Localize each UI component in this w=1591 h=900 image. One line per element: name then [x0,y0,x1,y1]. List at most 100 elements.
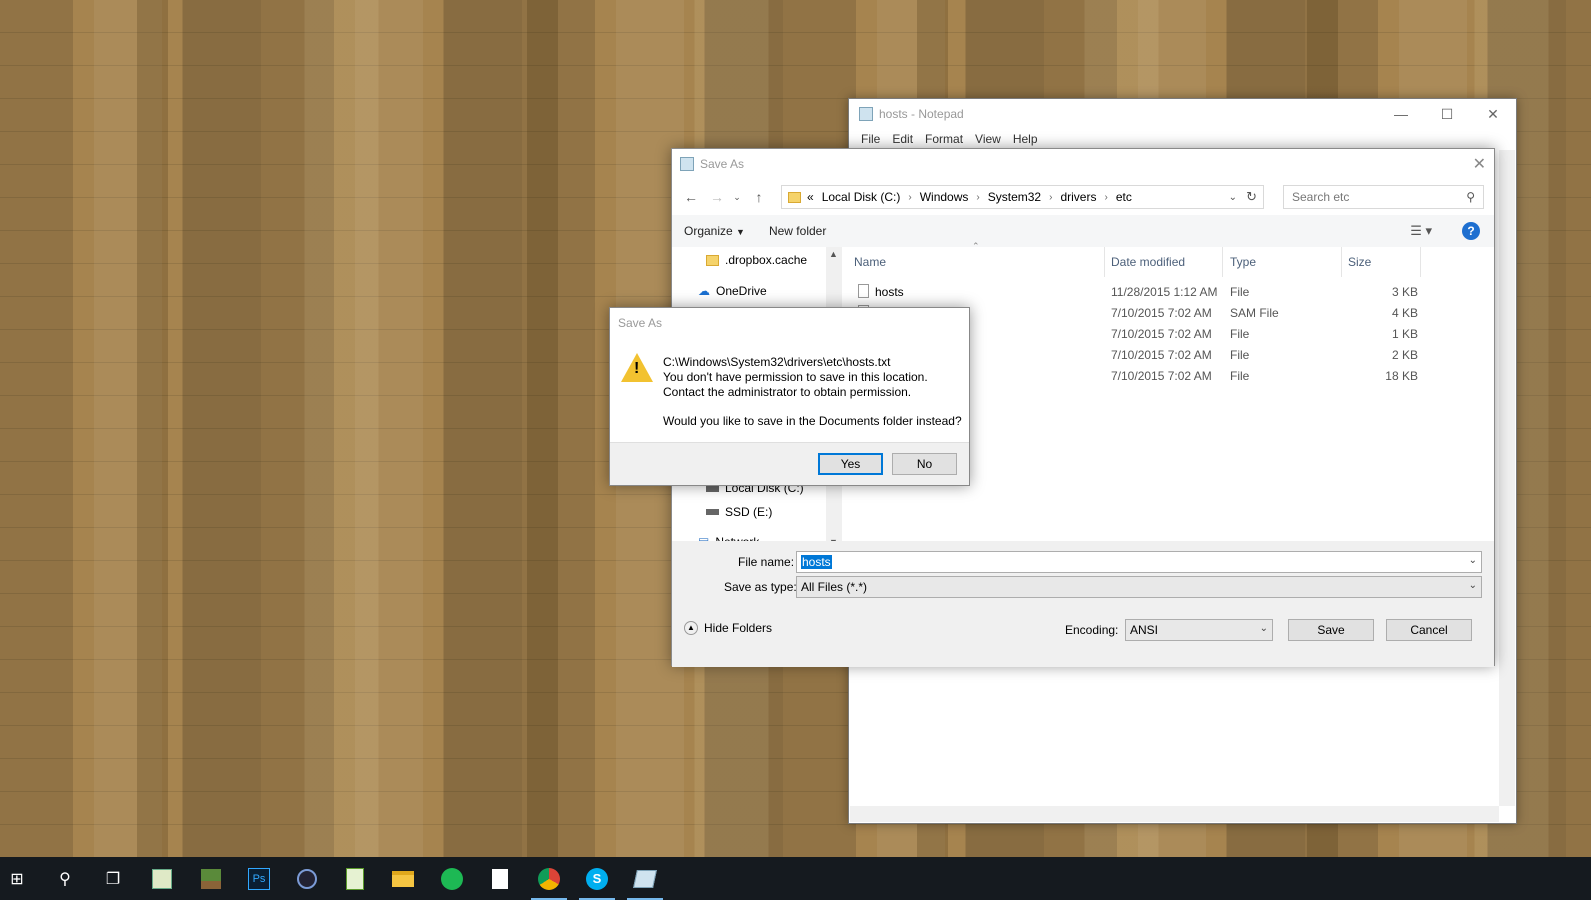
file-type: File [1230,285,1250,299]
crumb-local-disk[interactable]: Local Disk (C:) [814,190,909,204]
back-arrow-icon: ← [684,189,698,205]
permission-message-box[interactable]: Save As ! C:\Windows\System32\drivers\et… [609,307,970,486]
up-arrow-icon: ↑ [755,189,763,205]
notepad-vertical-scrollbar[interactable] [1499,150,1515,806]
tree-label: OneDrive [716,284,767,298]
view-options-icon[interactable]: ☰ ▾ [1410,223,1432,239]
chevron-down-icon[interactable]: ⌄ [1469,555,1477,566]
back-button[interactable]: ← [680,185,702,209]
crumb-windows[interactable]: Windows [912,190,977,204]
message-question: Would you like to save in the Documents … [663,414,962,428]
notepad-horizontal-scrollbar[interactable] [850,806,1499,822]
address-dropdown-icon[interactable]: ⌄ [1229,192,1237,203]
maximize-button[interactable]: ☐ [1424,99,1470,129]
minimize-button[interactable]: — [1378,99,1424,129]
file-date: 7/10/2015 7:02 AM [1111,306,1212,320]
file-date: 11/28/2015 1:12 AM [1111,285,1218,299]
folder-icon [788,191,801,203]
hide-folders-button[interactable]: ▲ Hide Folders [684,621,772,635]
column-date-modified[interactable]: Date modified [1111,255,1185,269]
hide-folders-label: Hide Folders [704,621,773,635]
crumb-system32[interactable]: System32 [980,190,1049,204]
search-icon[interactable]: ⚲ [50,864,80,894]
new-folder-button[interactable]: New folder [757,224,838,238]
close-button[interactable]: ✕ [1470,99,1516,129]
skype-icon[interactable]: S [582,864,612,894]
crumb-etc[interactable]: etc [1108,190,1140,204]
task-view-icon[interactable]: ❐ [98,864,128,894]
chevron-down-icon: ⌄ [733,191,741,202]
file-explorer-icon[interactable] [388,864,418,894]
spotify-icon[interactable] [437,864,467,894]
notepad-icon[interactable] [630,864,660,894]
notepad-small-icon [680,157,694,171]
tree-item-dropbox-cache[interactable]: .dropbox.cache [706,253,807,267]
photoshop-icon[interactable]: Ps [244,864,274,894]
sort-arrow-icon: ⌃ [972,241,980,251]
chevron-down-icon: ⌄ [1468,580,1477,591]
chrome-icon[interactable] [534,864,564,894]
column-type[interactable]: Type [1230,255,1256,269]
column-name[interactable]: Name [854,255,886,269]
minimize-icon: — [1394,106,1408,122]
taskbar: ⊞ ⚲ ❐ Ps S [0,857,1591,900]
command-toolbar: Organize ▼ New folder ☰ ▾ ? [672,215,1494,247]
dialog-close-icon[interactable]: ✕ [1473,154,1486,174]
file-row[interactable]: hosts 11/28/2015 1:12 AM File 3 KB [842,281,1494,302]
search-icon: ⚲ [1466,190,1475,204]
tree-item-onedrive[interactable]: ☁ OneDrive [698,284,767,298]
message-line-2: Contact the administrator to obtain perm… [663,385,912,399]
blank-file-icon[interactable] [485,864,515,894]
save-button[interactable]: Save [1288,619,1374,641]
file-name-label: File name: [738,555,795,569]
menu-edit[interactable]: Edit [886,132,919,146]
tree-label: .dropbox.cache [725,253,808,267]
crumb-drivers[interactable]: drivers [1052,190,1104,204]
no-button[interactable]: No [892,453,957,475]
forward-button[interactable]: → [706,185,728,209]
file-size: 4 KB [1391,306,1418,320]
spreadsheet-icon[interactable] [340,864,370,894]
file-name-value: hosts [801,555,832,569]
organize-button[interactable]: Organize ▼ [672,224,757,238]
encoding-select[interactable]: ANSI ⌄ [1125,619,1273,641]
cinema4d-icon[interactable] [292,864,322,894]
save-as-type-select[interactable]: All Files (*.*) ⌄ [796,576,1482,598]
scroll-up-icon[interactable]: ▲ [829,249,838,259]
minecraft-icon[interactable] [196,864,226,894]
yes-button[interactable]: Yes [818,453,883,475]
cancel-button[interactable]: Cancel [1386,619,1472,641]
file-type: File [1230,327,1250,341]
notepad-title: hosts - Notepad [879,107,964,121]
notepad-menubar: File Edit Format View Help [849,129,1516,149]
menu-help[interactable]: Help [1007,132,1044,146]
forward-arrow-icon: → [710,189,724,205]
file-size: 2 KB [1391,348,1418,362]
file-size: 18 KB [1385,369,1418,383]
search-placeholder: Search etc [1292,190,1350,204]
column-divider [1341,247,1342,277]
tree-item-ssd[interactable]: SSD (E:) [706,505,772,519]
up-button[interactable]: ↑ [748,185,770,209]
encoding-label: Encoding: [1065,623,1119,637]
refresh-icon[interactable]: ↻ [1246,189,1257,205]
help-icon[interactable]: ? [1462,222,1480,240]
menu-format[interactable]: Format [919,132,969,146]
message-box-footer: Yes No [610,442,969,485]
column-divider [1222,247,1223,277]
file-name-input[interactable]: hosts ⌄ [796,551,1482,573]
search-input[interactable]: Search etc ⚲ [1283,185,1484,209]
encoding-value: ANSI [1130,623,1159,637]
notepad-plus-icon[interactable] [147,864,177,894]
menu-view[interactable]: View [969,132,1007,146]
file-date: 7/10/2015 7:02 AM [1111,369,1212,383]
recent-locations-button[interactable]: ⌄ [726,185,748,209]
overflow-crumb[interactable]: « [807,190,814,204]
save-as-titlebar[interactable]: Save As [672,149,1494,179]
file-name: hosts [875,285,904,299]
address-bar[interactable]: « Local Disk (C:) › Windows › System32 › dr… [781,185,1264,209]
column-size[interactable]: Size [1348,255,1371,269]
start-icon[interactable]: ⊞ [2,864,32,894]
drive-icon [706,509,719,515]
menu-file[interactable]: File [855,132,886,146]
